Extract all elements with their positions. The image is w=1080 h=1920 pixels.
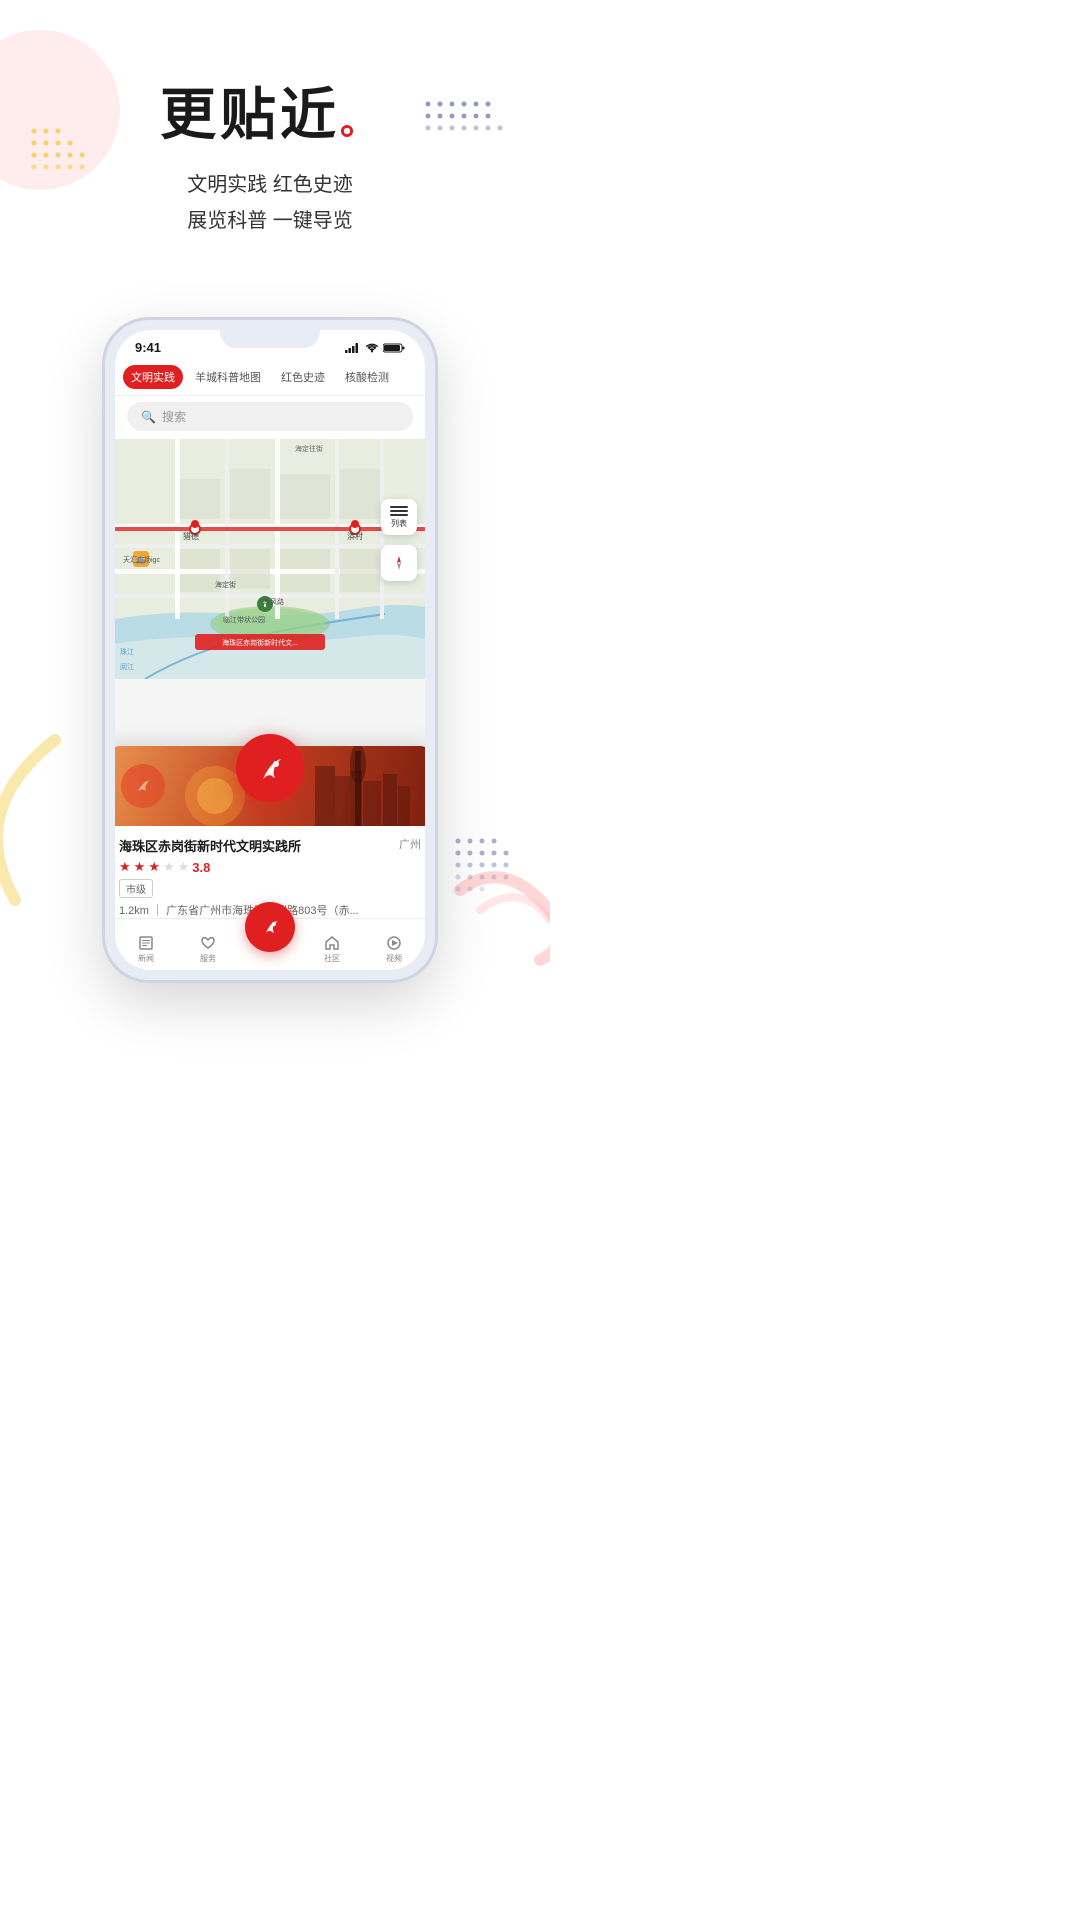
phone-shell: 9:41 — [105, 320, 435, 980]
tab-news-label: 新闻 — [138, 953, 154, 964]
search-placeholder: 搜索 — [162, 408, 186, 425]
search-input[interactable]: 🔍 搜索 — [127, 402, 413, 431]
list-btn-label: 列表 — [391, 518, 407, 529]
distance-separator: ｜ — [152, 905, 166, 917]
svg-text:海定街: 海定街 — [215, 580, 236, 589]
tab-video-label: 视频 — [386, 953, 402, 964]
svg-text:阅江: 阅江 — [120, 663, 134, 671]
tab-service-label: 服务 — [200, 953, 216, 964]
big-fab-button[interactable] — [236, 734, 304, 802]
phone-mockup: 9:41 — [105, 320, 435, 980]
list-button[interactable]: 列表 — [381, 499, 417, 535]
battery-icon — [383, 343, 405, 353]
distance-value: 1.2km — [119, 905, 149, 917]
hero-subtitle-line2: 展览科普 一键导览 — [0, 203, 540, 239]
svg-text:海定往街: 海定往街 — [295, 444, 323, 453]
star-5: ★ — [178, 859, 190, 875]
nav-tab-hongse[interactable]: 红色史迹 — [273, 365, 333, 389]
nav-tab-yangcheng[interactable]: 羊城科普地图 — [187, 365, 269, 389]
rating-number: 3.8 — [192, 860, 210, 875]
deco-dots-bottom-right — [452, 835, 522, 910]
star-3: ★ — [148, 859, 160, 875]
tab-community-label: 社区 — [324, 953, 340, 964]
bottom-tab-bar: 新闻 服务 — [115, 918, 425, 970]
hero-title: 更贴近。 — [0, 70, 540, 151]
center-fab[interactable] — [245, 902, 295, 952]
nav-tabs: 文明实践 羊城科普地图 红色史迹 核酸检测 — [115, 359, 425, 396]
tab-service[interactable]: 服务 — [183, 935, 233, 964]
list-btn-line1 — [390, 506, 408, 508]
search-icon: 🔍 — [141, 410, 156, 424]
card-stars: ★ ★ ★ ★ ★ 3.8 — [119, 859, 421, 875]
status-time: 9:41 — [135, 340, 161, 355]
star-1: ★ — [119, 859, 131, 875]
card-city: 广州 — [399, 836, 421, 852]
compass-icon — [390, 554, 408, 572]
tab-center[interactable] — [245, 902, 295, 956]
svg-text:海风路: 海风路 — [263, 597, 284, 606]
tab-news[interactable]: 新闻 — [121, 935, 171, 964]
hero-red-dot: 。 — [340, 101, 380, 142]
wifi-icon — [365, 343, 379, 353]
map-area[interactable]: 🏬 ⬆ 海珠区赤岗街新时代文... 猎德 天汇广场igc 海定街 海风路 — [115, 439, 425, 679]
svg-text:天汇广场igc: 天汇广场igc — [123, 555, 160, 564]
status-icons — [345, 343, 405, 353]
phone-notch — [220, 320, 320, 348]
list-btn-line3 — [390, 514, 408, 516]
video-icon — [386, 935, 402, 951]
nav-tab-hejian[interactable]: 核酸检测 — [337, 365, 397, 389]
star-4: ★ — [163, 859, 175, 875]
navigate-icon-btn[interactable] — [381, 545, 417, 581]
svg-text:猎德: 猎德 — [183, 531, 199, 541]
phone-screen: 9:41 — [115, 330, 425, 970]
home-icon — [324, 935, 340, 951]
search-bar: 🔍 搜索 — [115, 396, 425, 439]
heart-icon — [200, 935, 216, 951]
deco-yellow-arc — [0, 730, 65, 910]
card-level-badge: 市级 — [119, 879, 421, 902]
star-2: ★ — [134, 859, 146, 875]
fab-logo-icon — [258, 915, 282, 939]
hero-subtitle: 文明实践 红色史迹 展览科普 一键导览 — [0, 167, 540, 239]
signal-icon — [345, 343, 361, 353]
big-fab-icon — [251, 749, 289, 787]
nav-tab-wenming[interactable]: 文明实践 — [123, 365, 183, 389]
hero-subtitle-line1: 文明实践 红色史迹 — [0, 167, 540, 203]
card-title: 海珠区赤岗街新时代文明实践所 — [119, 836, 391, 855]
card-title-row: 海珠区赤岗街新时代文明实践所 广州 — [119, 836, 421, 855]
card-level: 市级 — [119, 879, 153, 898]
svg-text:临江带状公园: 临江带状公园 — [223, 615, 265, 624]
svg-text:珠江: 珠江 — [120, 647, 134, 656]
map-svg: 🏬 ⬆ 海珠区赤岗街新时代文... 猎德 天汇广场igc 海定街 海风路 — [115, 439, 425, 679]
list-btn-line2 — [390, 510, 408, 512]
hero-title-text: 更贴近 — [160, 83, 340, 146]
svg-text:漭村: 漭村 — [347, 531, 363, 541]
tab-community[interactable]: 社区 — [307, 935, 357, 964]
tab-video[interactable]: 视频 — [369, 935, 419, 964]
svg-text:海珠区赤岗街新时代文...: 海珠区赤岗街新时代文... — [222, 638, 298, 647]
news-icon — [138, 935, 154, 951]
